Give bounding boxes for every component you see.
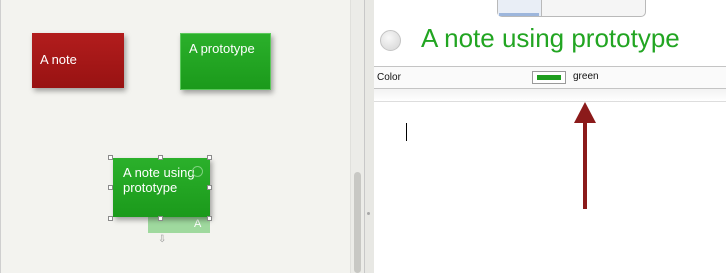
resize-handle[interactable] xyxy=(158,216,163,221)
resize-handle[interactable] xyxy=(207,185,212,190)
text-insertion-cursor xyxy=(406,123,407,141)
split-grip-icon xyxy=(367,212,370,215)
resize-handle[interactable] xyxy=(108,155,113,160)
note-label: A note using prototype xyxy=(123,165,195,195)
note-a-note[interactable]: A note xyxy=(32,33,124,88)
note-a-prototype[interactable]: A prototype xyxy=(180,33,271,90)
attribute-value-color[interactable]: green xyxy=(573,71,599,82)
note-label: A prototype xyxy=(189,41,255,56)
resize-handle[interactable] xyxy=(108,216,113,221)
resize-handle[interactable] xyxy=(158,155,163,160)
drag-ghost-label: A xyxy=(194,218,202,230)
note-label: A note xyxy=(40,52,77,67)
attribute-name-color: Color xyxy=(377,72,401,83)
key-attributes-footer xyxy=(374,89,726,102)
note-title[interactable]: A note using prototype xyxy=(421,22,680,54)
note-status-circle-icon[interactable] xyxy=(380,30,401,51)
resize-handle[interactable] xyxy=(207,216,212,221)
prototype-badge-icon xyxy=(192,166,203,177)
color-swatch xyxy=(537,75,561,80)
annotation-arrow-icon xyxy=(574,102,596,209)
segment-selected-indicator xyxy=(499,13,539,16)
drag-down-arrow-icon: ⇩ xyxy=(158,234,167,245)
resize-handle[interactable] xyxy=(108,185,113,190)
canvas-scroll-thumb[interactable] xyxy=(354,172,361,273)
resize-handle[interactable] xyxy=(207,155,212,160)
